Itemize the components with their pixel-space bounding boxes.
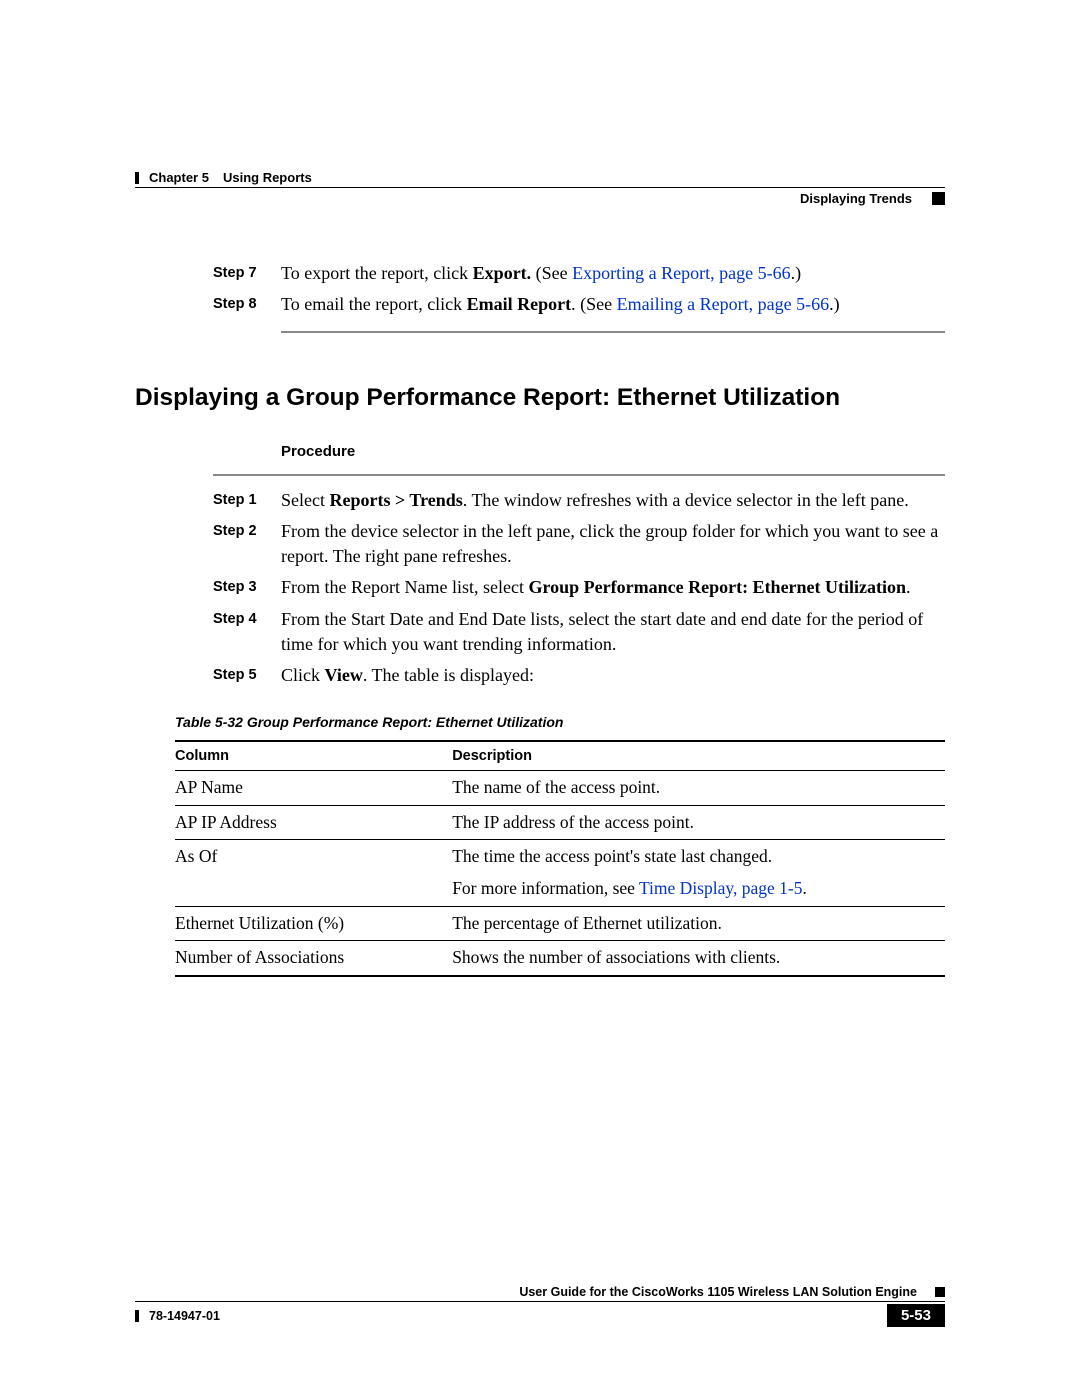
footer-guide-title: User Guide for the CiscoWorks 1105 Wirel… [519,1285,917,1299]
step-label: Step 3 [213,575,281,600]
step-text: From the Start Date and End Date lists, … [281,607,945,657]
step-label: Step 5 [213,663,281,688]
header-marker-icon [135,172,139,184]
table-row: As OfThe time the access point's state l… [175,840,945,906]
step-label: Step 8 [213,292,281,317]
text-fragment: Email Report [467,294,571,314]
section-label: Displaying Trends [800,191,912,206]
step-text: From the Report Name list, select Group … [281,575,945,600]
step-row: Step 7To export the report, click Export… [213,261,945,286]
step-text: From the device selector in the left pan… [281,519,945,569]
text-fragment: The percentage of Ethernet utilization. [452,913,722,933]
step-label: Step 7 [213,261,281,286]
sub-header: Displaying Trends [135,191,945,206]
text-fragment: . (See [571,294,616,314]
step-row: Step 1Select Reports > Trends. The windo… [213,488,945,513]
document-page: Chapter 5 Using Reports Displaying Trend… [0,0,1080,1397]
table-cell-description: The name of the access point. [452,771,945,806]
step-text: Click View. The table is displayed: [281,663,945,688]
text-fragment: For more information, see [452,878,639,898]
text-fragment: .) [791,263,802,283]
procedure-steps-block: Step 1Select Reports > Trends. The windo… [135,488,945,688]
doc-number: 78-14947-01 [149,1309,220,1323]
step-text: To export the report, click Export. (See… [281,261,945,286]
text-fragment: To email the report, click [281,294,467,314]
procedure-label: Procedure [281,443,945,460]
text-fragment: The IP address of the access point. [452,812,694,832]
text-fragment: (See [531,263,572,283]
table-row: Ethernet Utilization (%)The percentage o… [175,906,945,941]
step-row: Step 5Click View. The table is displayed… [213,663,945,688]
text-fragment: View [325,665,363,685]
section-heading: Displaying a Group Performance Report: E… [135,383,945,412]
footer-marker-icon [135,1310,139,1322]
top-steps-block: Step 7To export the report, click Export… [135,261,945,317]
text-fragment: Group Performance Report: Ethernet Utili… [528,577,906,597]
table-cell-column: As Of [175,840,452,906]
table-cell-description: Shows the number of associations with cl… [452,941,945,976]
text-fragment: .) [829,294,840,314]
section-divider [281,331,945,333]
text-fragment: Export. [473,263,532,283]
step-row: Step 3From the Report Name list, select … [213,575,945,600]
text-fragment: . [802,878,806,898]
page-footer: User Guide for the CiscoWorks 1105 Wirel… [135,1285,945,1327]
table-cell-column: Number of Associations [175,941,452,976]
table-row: AP NameThe name of the access point. [175,771,945,806]
table-header-column: Column [175,741,452,771]
table-cell-column: AP Name [175,771,452,806]
text-fragment: To export the report, click [281,263,473,283]
step-row: Step 4From the Start Date and End Date l… [213,607,945,657]
table-cell-description: The percentage of Ethernet utilization. [452,906,945,941]
text-fragment: Click [281,665,325,685]
running-header: Chapter 5 Using Reports [135,170,945,188]
text-fragment: . The table is displayed: [363,665,534,685]
text-fragment: Select [281,490,329,510]
table-header-description: Description [452,741,945,771]
text-fragment: Reports > Trends [329,490,462,510]
text-fragment: From the Start Date and End Date lists, … [281,609,923,654]
table-cell-description: The IP address of the access point. [452,805,945,840]
step-label: Step 1 [213,488,281,513]
cross-reference-link[interactable]: Emailing a Report, page 5-66 [617,294,829,314]
footer-square-icon [935,1287,945,1297]
cross-reference-link[interactable]: Time Display, page 1-5 [639,878,802,898]
square-marker-icon [932,192,945,205]
text-fragment: Shows the number of associations with cl… [452,947,780,967]
table-row: Number of AssociationsShows the number o… [175,941,945,976]
table-cell-column: Ethernet Utilization (%) [175,906,452,941]
step-label: Step 4 [213,607,281,657]
step-text: Select Reports > Trends. The window refr… [281,488,945,513]
report-column-table: Column Description AP NameThe name of th… [175,740,945,977]
text-fragment: . The window refreshes with a device sel… [463,490,909,510]
page-number: 5-53 [887,1304,945,1327]
table-caption: Table 5-32 Group Performance Report: Eth… [175,714,945,730]
text-fragment: From the Report Name list, select [281,577,528,597]
cross-reference-link[interactable]: Exporting a Report, page 5-66 [572,263,790,283]
step-label: Step 2 [213,519,281,569]
table-row: AP IP AddressThe IP address of the acces… [175,805,945,840]
text-fragment: From the device selector in the left pan… [281,521,938,566]
step-row: Step 8To email the report, click Email R… [213,292,945,317]
table-cell-column: AP IP Address [175,805,452,840]
step-row: Step 2From the device selector in the le… [213,519,945,569]
table-cell-description: The time the access point's state last c… [452,840,945,906]
chapter-title: Using Reports [223,170,312,185]
step-text: To email the report, click Email Report.… [281,292,945,317]
chapter-number: Chapter 5 [149,170,209,185]
text-fragment: The name of the access point. [452,777,660,797]
text-fragment: The time the access point's state last c… [452,846,772,866]
text-fragment: . [906,577,911,597]
procedure-rule [213,474,945,476]
